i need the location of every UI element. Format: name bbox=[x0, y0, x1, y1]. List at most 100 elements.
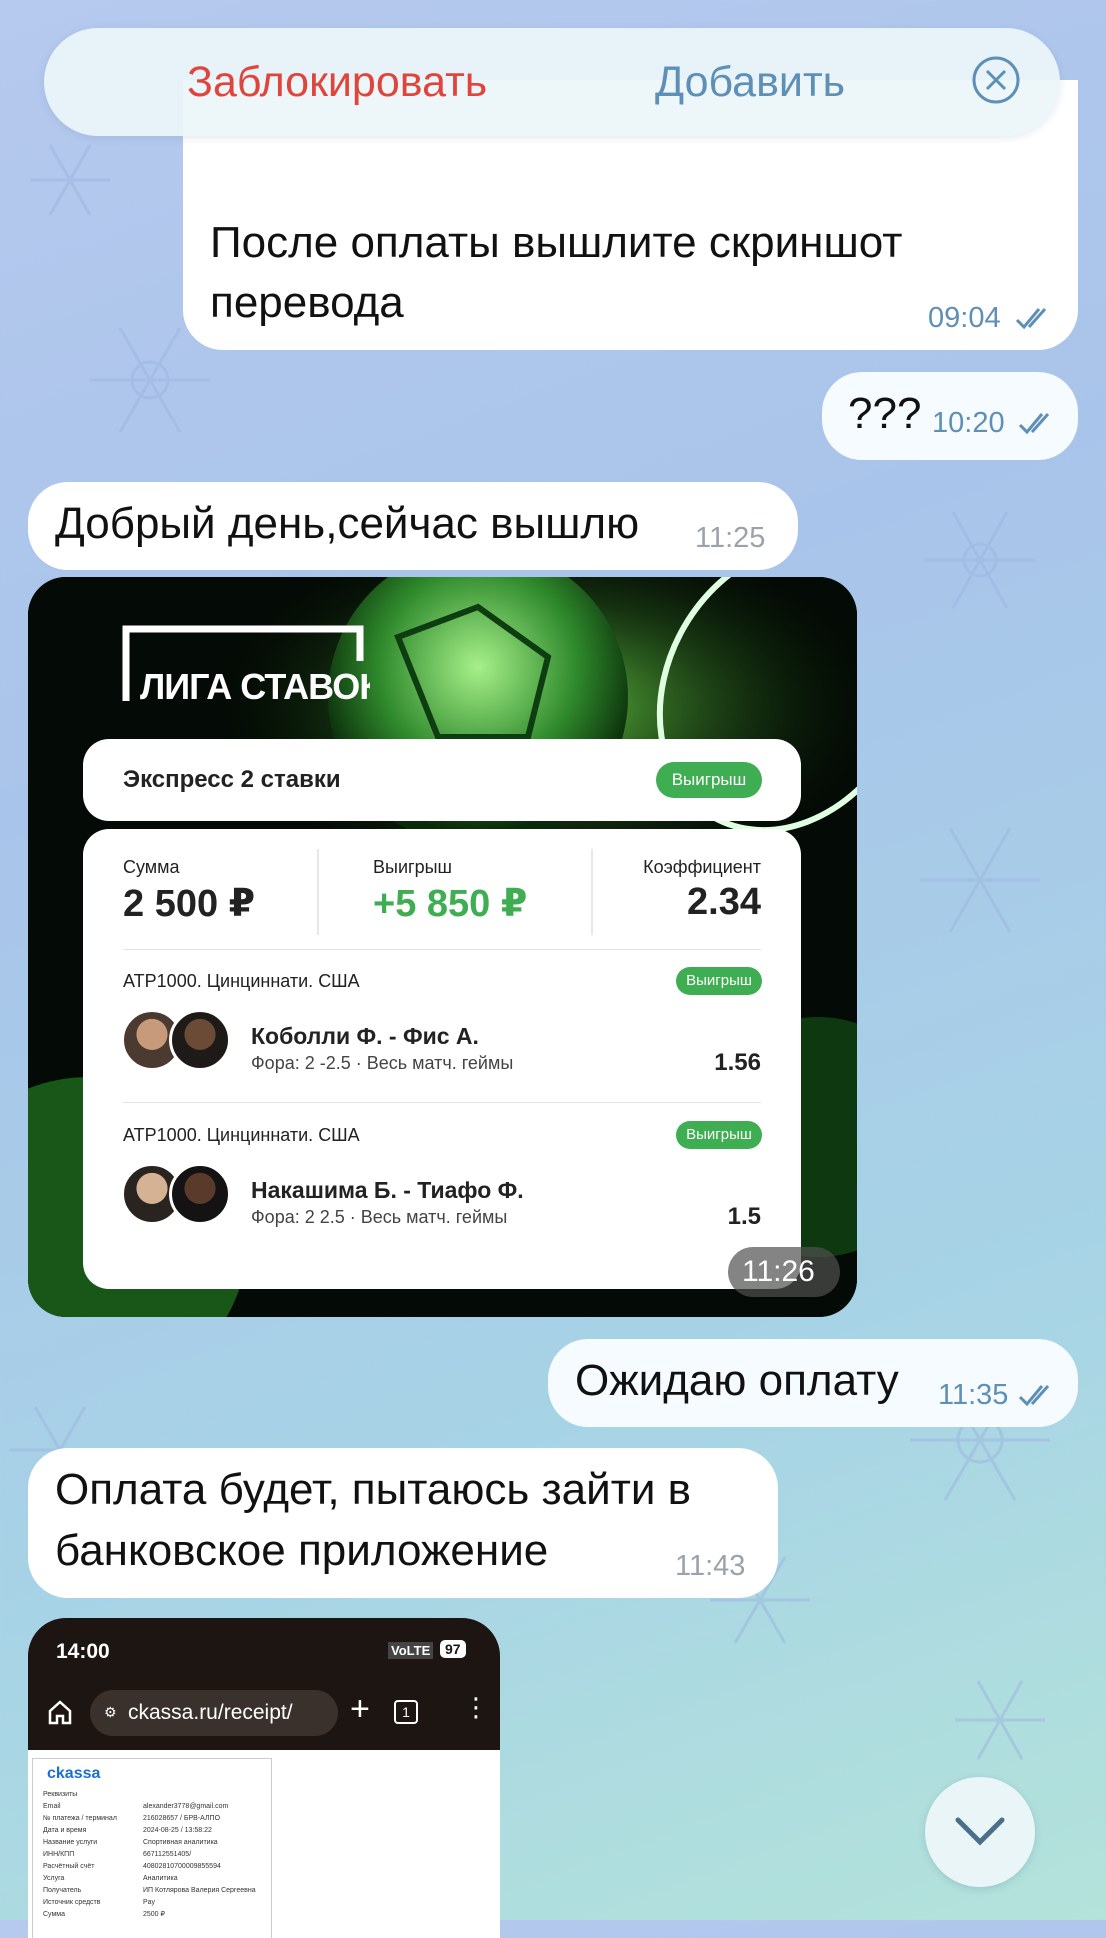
receipt-row: Реквизиты bbox=[43, 1789, 263, 1801]
message-bubble-outgoing[interactable]: Ожидаю оплату 11:35 bbox=[548, 1339, 1078, 1427]
avatar bbox=[169, 1163, 231, 1225]
message-text: Ожидаю оплату bbox=[575, 1356, 899, 1405]
match-players: Коболли Ф. - Фис А. bbox=[251, 1023, 479, 1049]
photo-message-receipt[interactable]: 14:00 VoLTE 97 ⚙ ckassa.ru/receipt/ + 1 … bbox=[28, 1618, 500, 1938]
message-bubble-incoming[interactable]: Добрый день,сейчас вышлю 11:25 bbox=[28, 482, 798, 570]
battery-icon: 97 bbox=[440, 1640, 466, 1658]
receipt-row: Email alexander3778@gmail.com bbox=[43, 1801, 263, 1813]
receipt-document: ckassa Реквизиты Email alexander3778@gmail… bbox=[32, 1758, 272, 1938]
divider bbox=[123, 1102, 761, 1103]
avatar bbox=[169, 1009, 231, 1071]
receipt-value: 2024-08-25 / 13:58:22 bbox=[143, 1827, 212, 1834]
status-badge: Выигрыш bbox=[676, 967, 762, 995]
ckassa-logo: ckassa bbox=[47, 1765, 101, 1782]
bet-details-card: Сумма 2 500 ₽ Выигрыш +5 850 ₽ Коэффицие… bbox=[83, 829, 801, 1289]
photo-message-bet-slip[interactable]: ЛИГА СТАВОК Экспресс 2 ставки Выигрыш Су… bbox=[28, 577, 857, 1317]
receipt-row: Расчётный счёт 40802810700009855594 bbox=[43, 1861, 263, 1873]
contact-action-bar: Заблокировать Добавить bbox=[44, 28, 1060, 136]
tournament-name: ATP1000. Цинциннати. США bbox=[123, 971, 360, 991]
receipt-value: 40802810700009855594 bbox=[143, 1863, 221, 1870]
network-label: VoLTE bbox=[388, 1642, 434, 1659]
match-market: Фора: 2 2.5 · Весь матч. геймы bbox=[251, 1207, 508, 1227]
sum-value: 2 500 ₽ bbox=[123, 883, 256, 925]
receipt-label: Услуга bbox=[43, 1875, 65, 1882]
message-text: Добрый день,сейчас вышлю bbox=[55, 499, 640, 548]
receipt-label: № платежа / терминал bbox=[43, 1815, 117, 1822]
read-ticks-icon bbox=[1018, 1385, 1050, 1407]
photo-time-badge: 11:26 bbox=[728, 1247, 840, 1297]
match-odds: 1.5 bbox=[727, 1203, 761, 1230]
receipt-label: Название услуги bbox=[43, 1839, 98, 1846]
receipt-row: Название услуги Спортивная аналитика bbox=[43, 1837, 263, 1849]
browser-toolbar: ⚙ ckassa.ru/receipt/ + 1 ⋮ bbox=[28, 1678, 500, 1748]
receipt-label: Источник средств bbox=[43, 1899, 101, 1906]
receipt-value: Спортивная аналитика bbox=[143, 1839, 218, 1846]
home-icon[interactable] bbox=[46, 1698, 74, 1726]
tournament-name: ATP1000. Цинциннати. США bbox=[123, 1125, 360, 1145]
coef-value: 2.34 bbox=[687, 881, 761, 923]
message-text: банковское приложение bbox=[55, 1526, 549, 1575]
close-icon[interactable] bbox=[972, 56, 1020, 104]
receipt-label: Сумма bbox=[43, 1911, 65, 1918]
receipt-value: 667112551405/ bbox=[143, 1851, 192, 1858]
receipt-label: Дата и время bbox=[43, 1827, 87, 1834]
match-odds: 1.56 bbox=[714, 1049, 761, 1076]
read-ticks-icon bbox=[1018, 413, 1050, 435]
receipt-row: № платежа / терминал 216028657 / БРВ-АЛПО bbox=[43, 1813, 263, 1825]
tabs-count-button[interactable]: 1 bbox=[394, 1700, 418, 1724]
receipt-value: ИП Котлярова Валерия Сергеевна bbox=[143, 1887, 256, 1894]
win-value: +5 850 ₽ bbox=[373, 883, 528, 925]
block-button[interactable]: Заблокировать bbox=[187, 58, 487, 107]
new-tab-icon[interactable]: + bbox=[350, 1690, 370, 1729]
message-time: 10:20 bbox=[932, 407, 1005, 439]
message-time: 11:43 bbox=[675, 1550, 746, 1582]
message-time: 09:04 bbox=[928, 302, 1001, 334]
receipt-value: Аналитика bbox=[143, 1875, 178, 1882]
receipt-row: Дата и время 2024-08-25 / 13:58:22 bbox=[43, 1825, 263, 1837]
message-time: 11:25 bbox=[695, 522, 766, 554]
message-text: Оплата будет, пытаюсь зайти в bbox=[55, 1465, 692, 1514]
match-players: Накашима Б. - Тиафо Ф. bbox=[251, 1177, 524, 1203]
scroll-to-bottom-button[interactable] bbox=[925, 1777, 1035, 1887]
chevron-down-icon bbox=[955, 1817, 1005, 1846]
message-time: 11:35 bbox=[938, 1379, 1009, 1411]
match-market: Фора: 2 -2.5 · Весь матч. геймы bbox=[251, 1053, 514, 1073]
message-bubble-outgoing[interactable]: ??? 10:20 bbox=[822, 372, 1078, 460]
message-time: 11:26 bbox=[742, 1255, 815, 1288]
message-bubble-incoming[interactable]: Оплата будет, пытаюсь зайти в банковское… bbox=[28, 1448, 778, 1598]
receipt-label: Расчётный счёт bbox=[43, 1863, 95, 1870]
receipt-label: ИНН/КПП bbox=[43, 1851, 75, 1858]
receipt-label: Email bbox=[43, 1803, 61, 1810]
coef-label: Коэффициент bbox=[643, 857, 761, 877]
status-clock: 14:00 bbox=[56, 1640, 110, 1663]
add-contact-button[interactable]: Добавить bbox=[655, 58, 845, 107]
receipt-value: Pay bbox=[143, 1899, 156, 1906]
liga-stavok-logo: ЛИГА СТАВОК bbox=[122, 625, 370, 707]
receipt-lines: Реквизиты Email alexander3778@gmail.com № п… bbox=[43, 1789, 263, 1921]
receipt-row: ИНН/КПП 667112551405/ bbox=[43, 1849, 263, 1861]
receipt-label: Получатель bbox=[43, 1887, 82, 1894]
win-label: Выигрыш bbox=[373, 857, 452, 877]
receipt-row: Услуга Аналитика bbox=[43, 1873, 263, 1885]
svg-text:ЛИГА СТАВОК: ЛИГА СТАВОК bbox=[140, 666, 370, 707]
status-badge: Выигрыш bbox=[656, 762, 762, 798]
phone-status-bar: 14:00 VoLTE 97 bbox=[28, 1618, 500, 1678]
message-text: ??? bbox=[848, 389, 922, 438]
menu-icon[interactable]: ⋮ bbox=[463, 1692, 489, 1723]
divider bbox=[591, 849, 593, 935]
address-bar[interactable]: ⚙ ckassa.ru/receipt/ bbox=[90, 1690, 338, 1736]
receipt-row: Получатель ИП Котлярова Валерия Сергеевна bbox=[43, 1885, 263, 1897]
divider bbox=[317, 849, 319, 935]
receipt-label: Реквизиты bbox=[43, 1791, 78, 1798]
site-settings-icon[interactable]: ⚙ bbox=[104, 1704, 117, 1721]
message-text: После оплаты вышлите скриншот bbox=[210, 218, 903, 267]
receipt-row: Источник средств Pay bbox=[43, 1897, 263, 1909]
status-badge: Выигрыш bbox=[676, 1121, 762, 1149]
receipt-value: 216028657 / БРВ-АЛПО bbox=[143, 1815, 221, 1822]
receipt-value: 2500 ₽ bbox=[143, 1911, 165, 1918]
receipt-page: ckassa Реквизиты Email alexander3778@gmail… bbox=[28, 1750, 500, 1938]
bet-header-card: Экспресс 2 ставки Выигрыш bbox=[83, 739, 801, 821]
sum-label: Сумма bbox=[123, 857, 180, 877]
receipt-value: alexander3778@gmail.com bbox=[143, 1803, 229, 1810]
receipt-row: Сумма 2500 ₽ bbox=[43, 1909, 263, 1921]
